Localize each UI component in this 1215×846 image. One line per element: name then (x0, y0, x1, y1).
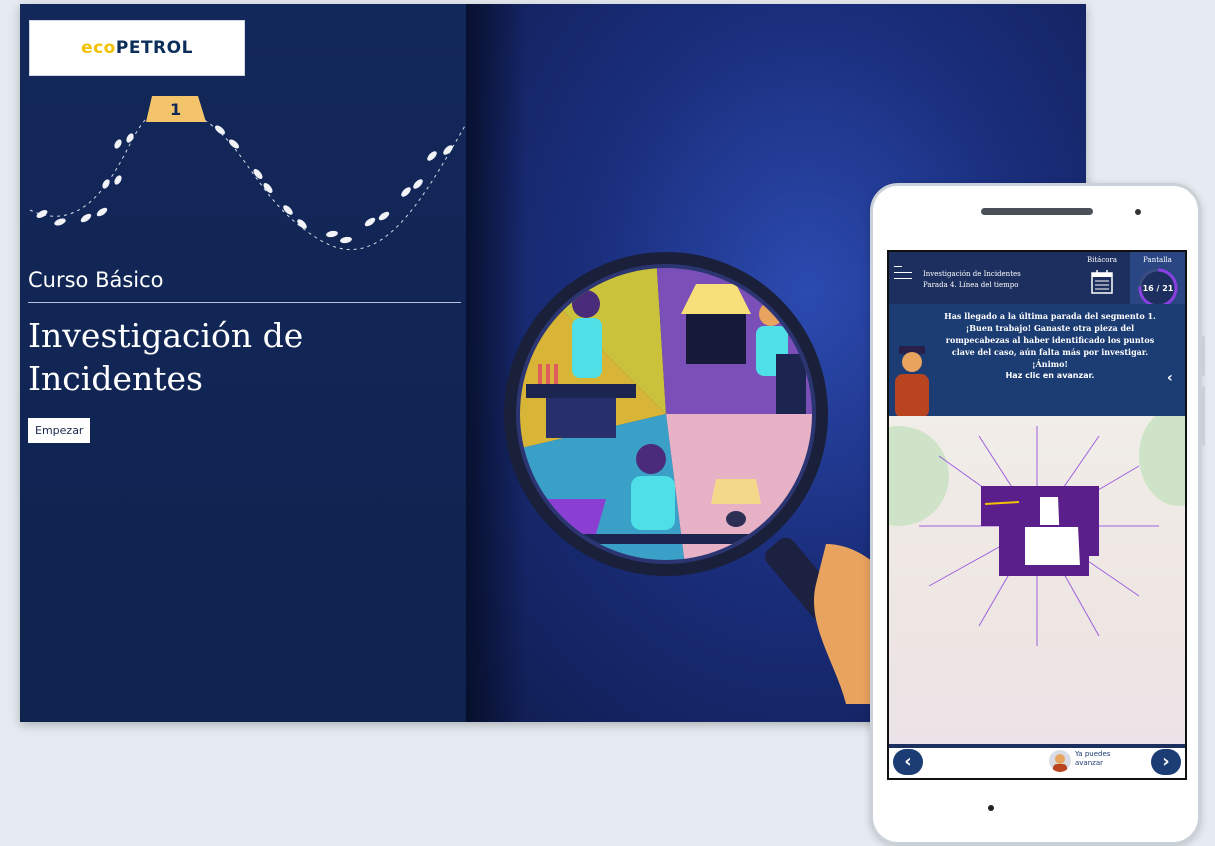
next-button[interactable]: › (1151, 749, 1181, 775)
phone-camera (1135, 209, 1141, 215)
footsteps-path-illustration: 1 (29, 96, 466, 251)
step-marker-number: 1 (170, 100, 181, 119)
mobile-screen: Investigación de Incidentes Parada 4. Lí… (887, 250, 1187, 780)
evidence-marker: 1 (146, 96, 206, 122)
phone-mockup: Investigación de Incidentes Parada 4. Lí… (870, 183, 1205, 845)
menu-icon[interactable] (894, 266, 912, 284)
chevron-left-icon[interactable]: ‹ (1167, 370, 1181, 386)
phone-side-button (1200, 336, 1205, 376)
avatar (1049, 750, 1071, 772)
advance-status-text: Ya puedes avanzar (1075, 750, 1111, 767)
feedback-message-text: Has llegado a la última parada del segme… (944, 311, 1156, 369)
ecopetrol-logo: eco PETROL (29, 20, 245, 76)
message-panel: Has llegado a la última parada del segme… (889, 304, 1185, 418)
mobile-course-title: Investigación de Incidentes (923, 270, 1021, 278)
magnifying-glass-illustration (504, 252, 906, 704)
phone-side-button (1200, 386, 1205, 446)
tab-bitacora[interactable]: Bitácora (1075, 252, 1129, 304)
guide-character (895, 346, 929, 418)
puzzle-reward-illustration (889, 416, 1185, 744)
character-avatar-icon (1053, 754, 1067, 772)
logo-petrol-text: PETROL (115, 38, 193, 58)
feedback-message: Has llegado a la última parada del segme… (937, 310, 1163, 382)
calendar-icon (1091, 270, 1113, 294)
bitacora-label: Bitácora (1086, 256, 1118, 264)
course-title: Investigación de Incidentes (28, 316, 304, 398)
page: eco PETROL 1 Curso Básico Investigación … (0, 0, 1215, 846)
course-cover-panel: eco PETROL 1 Curso Básico Investigación … (20, 4, 466, 722)
mobile-footer: ‹ Ya puedes avanzar › (889, 744, 1185, 778)
course-subtitle: Curso Básico (28, 268, 164, 292)
mobile-header: Investigación de Incidentes Parada 4. Lí… (889, 252, 1185, 308)
logo-eco-text: eco (81, 38, 116, 58)
pantalla-label: Pantalla (1143, 256, 1172, 264)
start-button[interactable]: Empezar (28, 418, 91, 443)
prev-button[interactable]: ‹ (893, 749, 923, 775)
phone-speaker (981, 208, 1093, 215)
progress-text: 16 / 21 (1142, 284, 1174, 293)
mobile-stop-title: Parada 4. Línea del tiempo (923, 281, 1019, 289)
tab-pantalla[interactable]: Pantalla 16 / 21 (1130, 252, 1185, 308)
title-divider (28, 302, 461, 303)
feedback-cta: Haz clic en avanzar. (1005, 371, 1095, 380)
phone-home-indicator (988, 805, 994, 811)
